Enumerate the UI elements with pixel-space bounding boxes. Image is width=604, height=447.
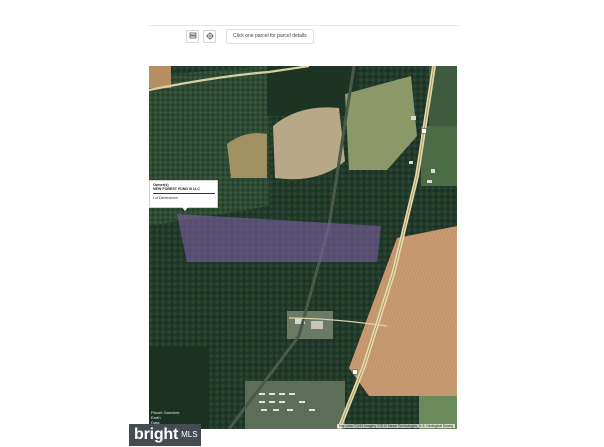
locate-icon xyxy=(205,32,214,40)
route-shield-icon xyxy=(352,369,358,375)
logo-wordmark: bright xyxy=(134,426,179,443)
popup-divider xyxy=(153,192,215,194)
brightmls-logo: bright MLS xyxy=(129,424,201,446)
google-watermark: Planet Ganvirek Earth Data xyxy=(151,410,179,425)
layers-button[interactable] xyxy=(186,29,199,43)
layers-icon xyxy=(189,32,196,39)
lot-dimensions-link[interactable]: Lot Dimensions xyxy=(153,196,214,200)
parcel-hint: Click one parcel for parcel details xyxy=(226,28,314,44)
map-attribution[interactable]: Map data ©2019 Imagery ©2019 Maxar Techn… xyxy=(336,424,455,428)
map-imagery xyxy=(149,66,457,429)
owner-name: NEW FOREST FUND III LLC xyxy=(153,187,200,192)
top-divider xyxy=(149,25,459,26)
satellite-map[interactable] xyxy=(149,66,457,429)
parcel-popup: Owner(s) NEW FOREST FUND III LLC Lot Dim… xyxy=(149,180,218,208)
popup-pointer xyxy=(182,207,188,211)
locate-button[interactable] xyxy=(203,29,216,43)
map-toolbar: Click one parcel for parcel details xyxy=(186,28,314,44)
route-shield-icon xyxy=(421,128,427,134)
logo-suffix: MLS xyxy=(181,430,198,439)
